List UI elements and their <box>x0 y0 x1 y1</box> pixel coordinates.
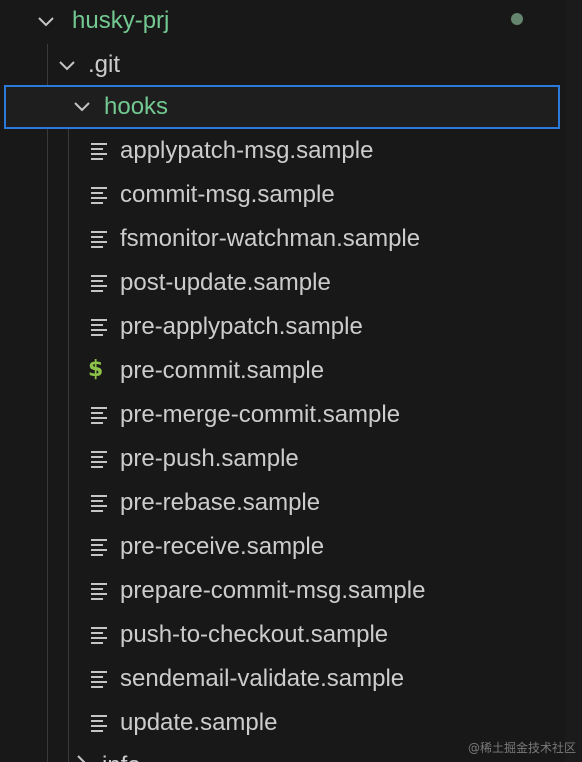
folder-label: husky-prj <box>72 7 170 34</box>
file-label: fsmonitor-watchman.sample <box>120 225 421 252</box>
lines-icon <box>90 625 108 644</box>
file-label: post-update.sample <box>120 269 331 296</box>
chevron-right-icon <box>72 753 92 762</box>
file-row[interactable]: applypatch-msg.sample <box>0 129 582 173</box>
file-label: pre-commit.sample <box>120 357 325 384</box>
lines-icon <box>90 405 108 424</box>
lines-icon <box>90 449 108 468</box>
lines-icon <box>90 537 108 556</box>
file-row[interactable]: pre-receive.sample <box>0 525 582 569</box>
file-row[interactable]: pre-applypatch.sample <box>0 305 582 349</box>
folder-label: info <box>102 754 141 762</box>
lines-icon <box>90 317 108 336</box>
chevron-down-icon <box>72 97 92 117</box>
folder-label: hooks <box>104 93 169 120</box>
file-label: pre-push.sample <box>120 445 299 472</box>
lines-icon <box>90 185 108 204</box>
folder-git[interactable]: .git <box>0 44 582 88</box>
file-label: sendemail-validate.sample <box>120 665 405 692</box>
file-label: push-to-checkout.sample <box>120 621 389 648</box>
lines-icon <box>90 141 108 160</box>
file-label: prepare-commit-msg.sample <box>120 577 426 604</box>
file-label: pre-receive.sample <box>120 533 325 560</box>
file-row[interactable]: pre-rebase.sample <box>0 481 582 525</box>
file-row[interactable]: sendemail-validate.sample <box>0 657 582 701</box>
modified-dot-icon <box>511 13 523 25</box>
vertical-scrollbar[interactable] <box>565 0 582 762</box>
watermark: @稀土掘金技术社区 <box>467 741 576 755</box>
file-row[interactable]: pre-merge-commit.sample <box>0 393 582 437</box>
lines-icon <box>90 669 108 688</box>
file-explorer: husky-prj .git hooks applypatch-msg.samp… <box>0 0 582 762</box>
lines-icon <box>90 493 108 512</box>
lines-icon <box>90 581 108 600</box>
file-label: pre-merge-commit.sample <box>120 401 401 428</box>
file-label: pre-rebase.sample <box>120 489 321 516</box>
file-label: update.sample <box>120 709 278 736</box>
file-row[interactable]: fsmonitor-watchman.sample <box>0 217 582 261</box>
folder-hooks[interactable]: hooks <box>4 85 560 129</box>
file-row[interactable]: commit-msg.sample <box>0 173 582 217</box>
file-label: pre-applypatch.sample <box>120 313 363 340</box>
chevron-down-icon <box>57 56 77 76</box>
file-label: commit-msg.sample <box>120 181 335 208</box>
lines-icon <box>90 713 108 732</box>
file-row[interactable]: $ pre-commit.sample <box>0 349 582 393</box>
file-row[interactable]: push-to-checkout.sample <box>0 613 582 657</box>
folder-label: .git <box>88 51 121 78</box>
file-row[interactable]: prepare-commit-msg.sample <box>0 569 582 613</box>
lines-icon <box>90 229 108 248</box>
file-row[interactable]: pre-push.sample <box>0 437 582 481</box>
file-label: applypatch-msg.sample <box>120 137 374 164</box>
folder-husky-prj[interactable]: husky-prj <box>0 0 582 44</box>
dollar-icon: $ <box>88 357 104 382</box>
lines-icon <box>90 273 108 292</box>
chevron-down-icon <box>36 12 56 32</box>
file-row[interactable]: post-update.sample <box>0 261 582 305</box>
